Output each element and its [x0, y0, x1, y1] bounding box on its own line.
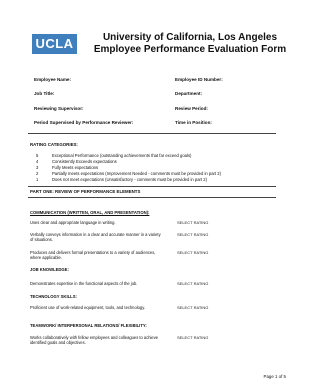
university-title: University of California, Los Angeles: [102, 32, 278, 43]
divider: [28, 197, 276, 198]
select-rating-dropdown[interactable]: SELECT RATING: [177, 220, 208, 225]
rating-number: 4: [36, 159, 39, 164]
rating-text: Does not meet expectations (Unsatisfacto…: [52, 177, 208, 182]
job-title-label: Job Title:: [34, 91, 55, 96]
employee-name-label: Employee Name:: [34, 77, 72, 82]
select-rating-dropdown[interactable]: SELECT RATING: [177, 232, 208, 237]
rating-row: 5 Exceptional Performance (outstanding ac…: [36, 153, 191, 159]
select-rating-dropdown[interactable]: SELECT RATING: [177, 335, 208, 340]
performance-element: Verbally conveys information in a clear …: [30, 232, 161, 243]
select-rating-dropdown[interactable]: SELECT RATING: [177, 305, 208, 310]
rating-row: 3 Fully Meets expectations: [36, 165, 98, 171]
technology-heading: TECHNOLOGY SKILLS:: [30, 294, 77, 299]
performance-element: Proficient use of work-related equipment…: [30, 305, 146, 310]
rating-categories-heading: RATING CATEGORIES:: [30, 142, 78, 147]
department-label: Department:: [175, 91, 203, 96]
rating-number: 2: [36, 171, 39, 176]
review-period-label: Review Period:: [175, 106, 208, 111]
page-number: Page 1 of 5: [263, 374, 286, 379]
job-knowledge-heading: JOB KNOWLEDGE:: [30, 267, 69, 272]
period-supervised-label: Period Supervised by Performance Reviewe…: [34, 120, 134, 125]
time-in-position-label: Time in Position:: [175, 120, 212, 125]
performance-element: Produces and delivers formal presentatio…: [30, 250, 156, 261]
part-one-heading: PART ONE: REVIEW OF PERFORMANCE ELEMENTS: [30, 189, 141, 194]
rating-text: Exceptional Performance (outstanding ach…: [52, 153, 192, 158]
employee-id-label: Employee ID Number:: [175, 77, 223, 82]
ucla-logo: UCLA: [32, 34, 77, 54]
select-rating-dropdown[interactable]: SELECT RATING: [177, 281, 208, 286]
reviewing-supervisor-label: Reviewing Supervisor:: [34, 106, 84, 111]
form-title: Employee Performance Evaluation Form: [93, 44, 287, 55]
rating-text: Fully Meets expectations: [52, 165, 99, 170]
performance-element: Uses clear and appropriate language in w…: [30, 220, 116, 225]
rating-number: 5: [36, 153, 39, 158]
rating-text: Consistently Exceeds expectations: [52, 159, 117, 164]
communication-heading: COMMUNICATION (WRITTEN, ORAL, AND PRESEN…: [30, 210, 150, 215]
divider: [28, 186, 276, 187]
rating-number: 1: [36, 177, 39, 182]
rating-row: 2 Partially meets expectations (Improveme…: [36, 171, 221, 177]
teamwork-heading: TEAMWORK/ INTERPERSONAL RELATIONS/ FLEXI…: [30, 323, 147, 328]
document-page: UCLA University of California, Los Angel…: [0, 0, 298, 386]
performance-element: Demonstrates expertise in the functional…: [30, 281, 138, 286]
rating-number: 3: [36, 165, 39, 170]
select-rating-dropdown[interactable]: SELECT RATING: [177, 250, 208, 255]
rating-text: Partially meets expectations (Improvemen…: [52, 171, 221, 176]
rating-row: 1 Does not meet expectations (Unsatisfact…: [36, 177, 207, 183]
performance-element: Works collaboratively with fellow employ…: [30, 335, 159, 346]
rating-row: 4 Consistently Exceeds expectations: [36, 159, 117, 165]
divider: [28, 133, 276, 134]
